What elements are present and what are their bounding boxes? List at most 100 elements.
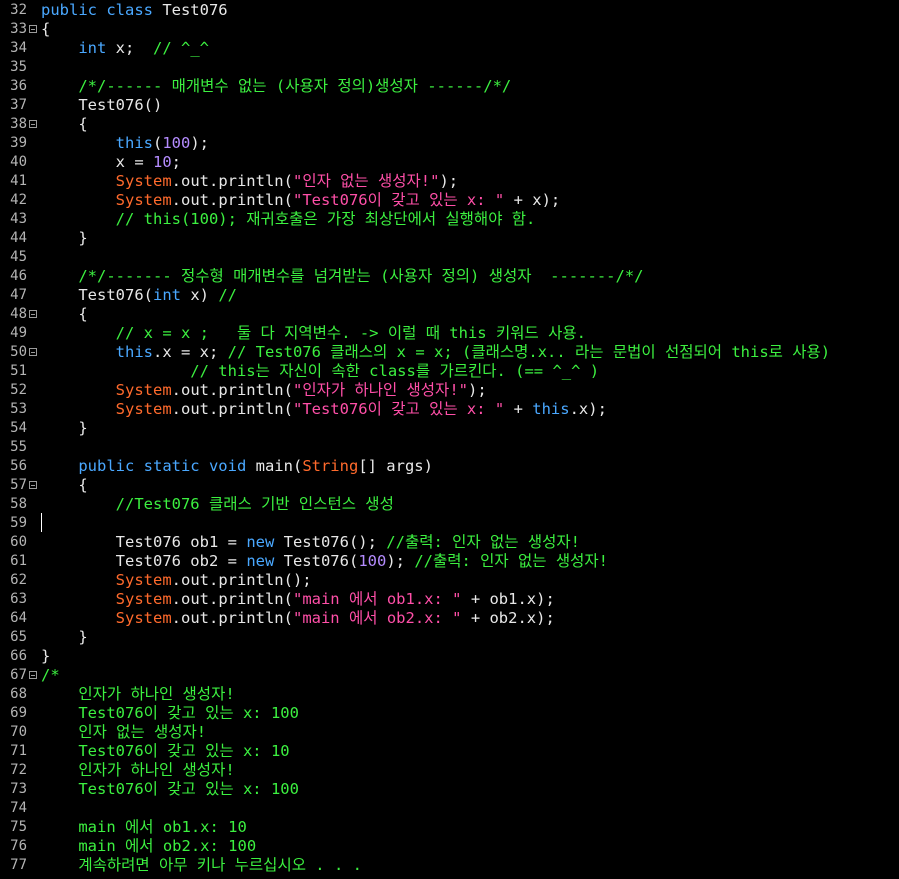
line-number: 63 xyxy=(10,591,27,607)
code-line[interactable]: 42 System.out.println("Test076이 갖고 있는 x:… xyxy=(0,191,899,210)
code-token: 인자 없는 생성자! xyxy=(41,723,207,741)
code-line[interactable]: 46 /*/------- 정수형 매개변수를 넘겨받는 (사용자 정의) 생성… xyxy=(0,267,899,286)
code-line[interactable]: 62 System.out.println(); xyxy=(0,571,899,590)
code-line[interactable]: 57 { xyxy=(0,476,899,495)
line-text: this.x = x; // Test076 클래스의 x = x; (클래스명… xyxy=(41,343,830,362)
line-number: 56 xyxy=(10,458,27,474)
line-number: 60 xyxy=(10,534,27,550)
code-line[interactable]: 36 /*/------ 매개변수 없는 (사용자 정의)생성자 ------/… xyxy=(0,77,899,96)
code-line[interactable]: 38 { xyxy=(0,115,899,134)
line-text: System.out.println("main 에서 ob1.x: " + o… xyxy=(41,590,555,609)
code-token: System xyxy=(41,172,172,190)
line-text: // this는 자신이 속한 class를 가르킨다. (== ^_^ ) xyxy=(41,362,599,381)
fold-toggle-icon[interactable] xyxy=(29,671,37,679)
code-line[interactable]: 66} xyxy=(0,647,899,666)
line-number: 75 xyxy=(10,819,27,835)
line-text: // this(100); 재귀호출은 가장 최상단에서 실행해야 함. xyxy=(41,210,536,229)
code-token: new xyxy=(246,533,275,551)
line-text: Test076() xyxy=(41,96,162,115)
code-token: "인자 없는 생성자!" xyxy=(292,172,440,190)
line-number: 43 xyxy=(10,211,27,227)
code-line[interactable]: 58 //Test076 클래스 기반 인스턴스 생성 xyxy=(0,495,899,514)
line-text: /* xyxy=(41,666,60,685)
code-token: } xyxy=(41,419,88,437)
line-text: } xyxy=(41,229,87,248)
code-token: .x); xyxy=(569,400,607,418)
code-line[interactable]: 45 xyxy=(0,248,899,267)
code-line[interactable]: 48 { xyxy=(0,305,899,324)
code-line[interactable]: 40 x = 10; xyxy=(0,153,899,172)
code-token: .x = x; xyxy=(152,343,228,361)
code-line[interactable]: 52 System.out.println("인자가 하나인 생성자!"); xyxy=(0,381,899,400)
code-line[interactable]: 61 Test076 ob2 = new Test076(100); //출력:… xyxy=(0,552,899,571)
fold-toggle-icon[interactable] xyxy=(29,310,37,318)
code-line[interactable]: 60 Test076 ob1 = new Test076(); //출력: 인자… xyxy=(0,533,899,552)
code-line[interactable]: 54 } xyxy=(0,419,899,438)
line-text: this(100); xyxy=(41,134,209,153)
code-line[interactable]: 74 xyxy=(0,799,899,818)
code-line[interactable]: 65 } xyxy=(0,628,899,647)
code-line[interactable]: 70 인자 없는 생성자! xyxy=(0,723,899,742)
code-line[interactable]: 39 this(100); xyxy=(0,134,899,153)
fold-toggle-icon[interactable] xyxy=(29,25,37,33)
line-number: 34 xyxy=(10,40,27,56)
code-line[interactable]: 73 Test076이 갖고 있는 x: 100 xyxy=(0,780,899,799)
fold-toggle-icon[interactable] xyxy=(29,120,37,128)
code-token: /* xyxy=(41,666,60,684)
code-line[interactable]: 76 main 에서 ob2.x: 100 xyxy=(0,837,899,856)
code-line[interactable]: 34 int x; // ^_^ xyxy=(0,39,899,58)
code-line[interactable]: 41 System.out.println("인자 없는 생성자!"); xyxy=(0,172,899,191)
code-token: x; xyxy=(106,39,153,57)
code-line[interactable]: 64 System.out.println("main 에서 ob2.x: " … xyxy=(0,609,899,628)
code-line[interactable]: 71 Test076이 갖고 있는 x: 10 xyxy=(0,742,899,761)
code-token: .out.println( xyxy=(171,172,293,190)
code-token: main 에서 ob2.x: 100 xyxy=(41,837,257,855)
code-editor[interactable]: 32 public class Test076 33 {34 int x; // ^_… xyxy=(0,0,899,879)
code-token: + ob2.x); xyxy=(461,609,555,627)
line-number: 68 xyxy=(10,686,27,702)
line-number: 69 xyxy=(10,705,27,721)
code-line[interactable]: 68 인자가 하나인 생성자! xyxy=(0,685,899,704)
line-text: Test076이 갖고 있는 x: 10 xyxy=(41,742,289,761)
code-line[interactable]: 35 xyxy=(0,58,899,77)
code-line[interactable]: 49 // x = x ; 둘 다 지역변수. -> 이럴 때 this 키워드… xyxy=(0,324,899,343)
line-text: { xyxy=(41,476,87,495)
code-token: //Test076 클래스 기반 인스턴스 생성 xyxy=(41,495,394,513)
code-token: System xyxy=(41,609,172,627)
line-number: 66 xyxy=(10,648,27,664)
code-line[interactable]: 77 계속하려면 아무 키나 누르십시오 . . . xyxy=(0,856,899,875)
line-number: 62 xyxy=(10,572,27,588)
code-line[interactable]: 37 Test076() xyxy=(0,96,899,115)
code-token: 100 xyxy=(358,552,387,570)
code-token: // ^_^ xyxy=(153,39,209,57)
code-line[interactable]: 55 xyxy=(0,438,899,457)
code-line[interactable]: 59 xyxy=(0,514,899,533)
code-token: } xyxy=(41,647,51,665)
code-token: //출력: 인자 없는 생성자! xyxy=(414,552,608,570)
line-number: 44 xyxy=(10,230,27,246)
code-line[interactable]: 50 this.x = x; // Test076 클래스의 x = x; (클… xyxy=(0,343,899,362)
line-number: 70 xyxy=(10,724,27,740)
code-line[interactable]: 51 // this는 자신이 속한 class를 가르킨다. (== ^_^ … xyxy=(0,362,899,381)
code-line[interactable]: 75 main 에서 ob1.x: 10 xyxy=(0,818,899,837)
code-line[interactable]: 32 public class Test076 xyxy=(0,1,899,20)
fold-toggle-icon[interactable] xyxy=(29,481,37,489)
code-line[interactable]: 33 { xyxy=(0,20,899,39)
code-line[interactable]: 44 } xyxy=(0,229,899,248)
line-number: 48 xyxy=(10,306,27,322)
code-token: 10 xyxy=(152,153,172,171)
code-line[interactable]: 67 /* xyxy=(0,666,899,685)
code-line[interactable]: 47 Test076(int x) // xyxy=(0,286,899,305)
line-text: /*/------ 매개변수 없는 (사용자 정의)생성자 ------/*/ xyxy=(41,77,511,96)
fold-toggle-icon[interactable] xyxy=(29,348,37,356)
code-line[interactable]: 63 System.out.println("main 에서 ob1.x: " … xyxy=(0,590,899,609)
code-line[interactable]: 56 public static void main(String[] args… xyxy=(0,457,899,476)
code-line[interactable]: 53 System.out.println("Test076이 갖고 있는 x:… xyxy=(0,400,899,419)
line-number: 77 xyxy=(10,857,27,873)
code-token: .out.println( xyxy=(171,609,293,627)
code-line[interactable]: 43 // this(100); 재귀호출은 가장 최상단에서 실행해야 함. xyxy=(0,210,899,229)
code-token: { xyxy=(41,305,88,323)
code-line[interactable]: 69 Test076이 갖고 있는 x: 100 xyxy=(0,704,899,723)
code-line[interactable]: 72 인자가 하나인 생성자! xyxy=(0,761,899,780)
code-token: "main 에서 ob1.x: " xyxy=(292,590,462,608)
